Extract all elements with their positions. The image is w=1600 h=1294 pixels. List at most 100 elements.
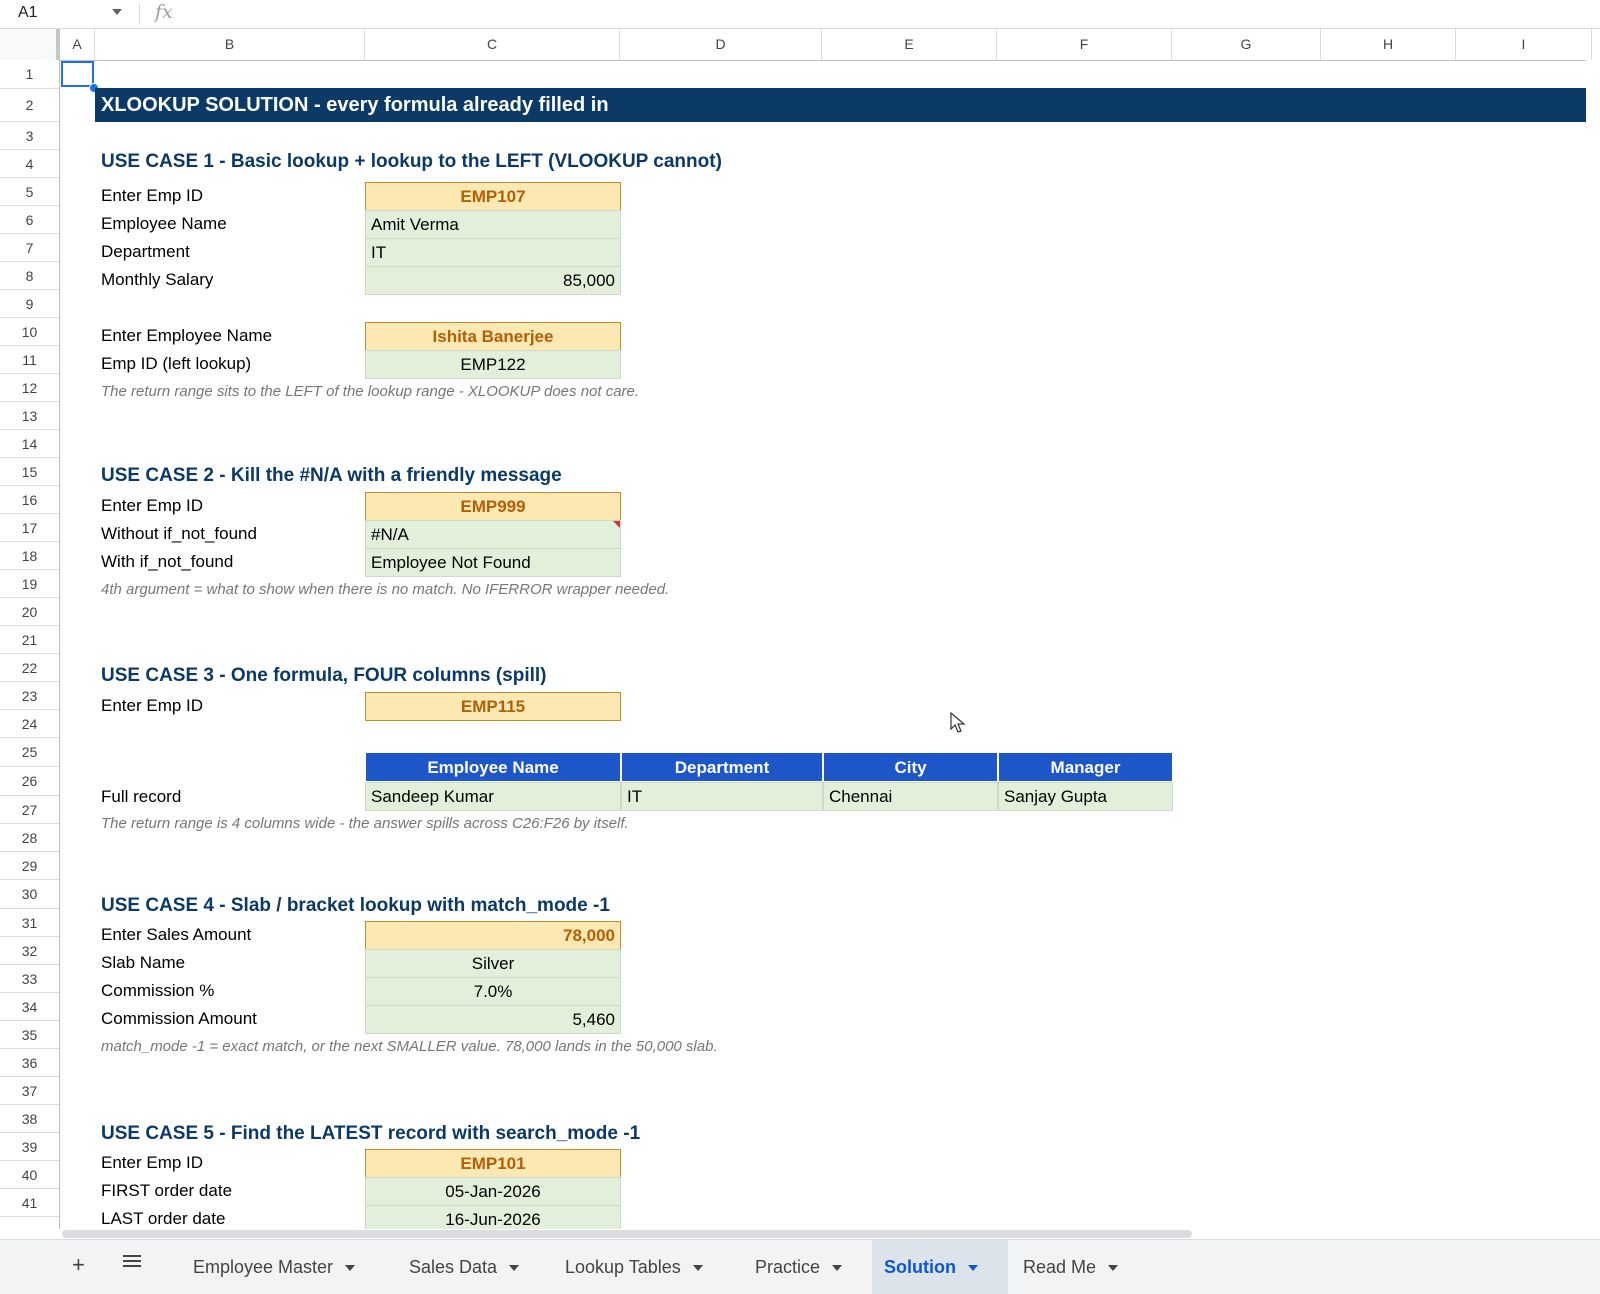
column-header-e[interactable]: E (822, 29, 997, 60)
row-header-40[interactable]: 40 (0, 1161, 59, 1189)
uc1-empid-input[interactable]: EMP107 (365, 182, 621, 211)
uc1-ename-input[interactable]: Ishita Banerjee (365, 322, 621, 351)
chevron-down-icon[interactable] (112, 9, 122, 15)
uc1-salary-label: Monthly Salary (101, 270, 214, 289)
row-header-34[interactable]: 34 (0, 993, 59, 1021)
row-header-26[interactable]: 26 (0, 767, 59, 796)
sheet-tab-lookup-tables[interactable]: Lookup Tables (553, 1240, 715, 1294)
row-header-28[interactable]: 28 (0, 824, 59, 852)
chevron-down-icon[interactable] (345, 1265, 356, 1272)
spreadsheet-grid[interactable]: XLOOKUP SOLUTION - every formula already… (60, 60, 1600, 1229)
row-header-23[interactable]: 23 (0, 682, 59, 710)
row-header-24[interactable]: 24 (0, 710, 59, 738)
row-header-15[interactable]: 15 (0, 458, 59, 486)
chevron-down-icon[interactable] (832, 1265, 843, 1272)
row-header-8[interactable]: 8 (0, 262, 59, 290)
row-header-19[interactable]: 19 (0, 570, 59, 598)
row-header-2[interactable]: 2 (0, 89, 59, 122)
uc3-header-city: City (823, 752, 998, 782)
row-header-27[interactable]: 27 (0, 796, 59, 824)
row-header-32[interactable]: 32 (0, 937, 59, 965)
uc1-left-value[interactable]: EMP122 (365, 350, 621, 379)
row-header-3[interactable]: 3 (0, 122, 59, 150)
add-sheet-icon[interactable]: + (72, 1252, 85, 1278)
row-header-7[interactable]: 7 (0, 234, 59, 262)
row-header-12[interactable]: 12 (0, 374, 59, 402)
uc4-slab-value[interactable]: Silver (365, 949, 621, 978)
uc5-first-value[interactable]: 05-Jan-2026 (365, 1177, 621, 1206)
horizontal-scrollbar[interactable] (60, 1229, 1600, 1239)
column-header-a[interactable]: A (60, 29, 95, 60)
row-header-25[interactable]: 25 (0, 738, 59, 767)
row-header-16[interactable]: 16 (0, 486, 59, 514)
sheet-tab-practice[interactable]: Practice (743, 1240, 854, 1294)
selected-cell-a1[interactable] (61, 61, 94, 87)
chevron-down-icon[interactable] (692, 1265, 703, 1272)
uc1-name-value[interactable]: Amit Verma (365, 210, 621, 239)
column-header-c[interactable]: C (365, 29, 620, 60)
uc2-with-value[interactable]: Employee Not Found (365, 548, 621, 577)
column-header-f[interactable]: F (997, 29, 1172, 60)
row-header-35[interactable]: 35 (0, 1021, 59, 1049)
uc1-dept-value[interactable]: IT (365, 238, 621, 267)
use-case-2-heading: USE CASE 2 - Kill the #N/A with a friend… (101, 465, 562, 486)
uc3-header-name: Employee Name (365, 752, 621, 782)
uc3-empid-input[interactable]: EMP115 (365, 692, 621, 721)
sheet-tab-read-me[interactable]: Read Me (1011, 1240, 1130, 1294)
column-header-i[interactable]: I (1456, 29, 1592, 60)
sheet-tab-solution[interactable]: Solution (872, 1240, 1008, 1294)
row-header-4[interactable]: 4 (0, 150, 59, 178)
column-header-g[interactable]: G (1172, 29, 1321, 60)
row-header-29[interactable]: 29 (0, 852, 59, 880)
chevron-down-icon[interactable] (509, 1265, 520, 1272)
uc4-sales-input[interactable]: 78,000 (365, 921, 621, 950)
row-header-14[interactable]: 14 (0, 430, 59, 458)
row-header-17[interactable]: 17 (0, 514, 59, 542)
vertical-scrollbar[interactable] (1586, 60, 1600, 1229)
row-header-9[interactable]: 9 (0, 290, 59, 318)
uc5-last-value[interactable]: 16-Jun-2026 (365, 1205, 621, 1229)
uc1-salary-value[interactable]: 85,000 (365, 266, 621, 295)
row-header-37[interactable]: 37 (0, 1077, 59, 1105)
row-header-39[interactable]: 39 (0, 1133, 59, 1161)
column-headers: A B C D E F G H I (0, 29, 1600, 61)
uc4-pct-value[interactable]: 7.0% (365, 977, 621, 1006)
row-header-41[interactable]: 41 (0, 1189, 59, 1217)
select-all-corner[interactable] (0, 29, 60, 60)
uc2-empid-input[interactable]: EMP999 (365, 492, 621, 521)
row-header-6[interactable]: 6 (0, 206, 59, 234)
row-header-13[interactable]: 13 (0, 402, 59, 430)
row-header-22[interactable]: 22 (0, 654, 59, 682)
uc3-record-manager[interactable]: Sanjay Gupta (998, 782, 1173, 811)
uc4-amt-value[interactable]: 5,460 (365, 1005, 621, 1034)
chevron-down-icon[interactable] (1108, 1265, 1119, 1272)
row-header-10[interactable]: 10 (0, 318, 59, 346)
sheet-tab-sales-data[interactable]: Sales Data (397, 1240, 531, 1294)
row-header-21[interactable]: 21 (0, 626, 59, 654)
uc3-record-name[interactable]: Sandeep Kumar (365, 782, 621, 811)
row-header-33[interactable]: 33 (0, 965, 59, 993)
uc3-record-city[interactable]: Chennai (823, 782, 998, 811)
all-sheets-menu-icon[interactable] (121, 1250, 143, 1278)
sheet-tab-employee-master[interactable]: Employee Master (181, 1240, 367, 1294)
name-box[interactable]: A1 (0, 0, 135, 28)
uc5-empid-input[interactable]: EMP101 (365, 1149, 621, 1178)
uc2-without-value[interactable]: #N/A (365, 520, 621, 549)
uc4-pct-label: Commission % (101, 981, 215, 1000)
row-header-18[interactable]: 18 (0, 542, 59, 570)
row-header-1[interactable]: 1 (0, 60, 59, 89)
row-header-20[interactable]: 20 (0, 598, 59, 626)
row-header-38[interactable]: 38 (0, 1105, 59, 1133)
row-header-5[interactable]: 5 (0, 178, 59, 206)
uc3-record-dept[interactable]: IT (621, 782, 823, 811)
row-header-30[interactable]: 30 (0, 880, 59, 909)
horizontal-scrollbar-thumb[interactable] (62, 1230, 1192, 1238)
row-header-31[interactable]: 31 (0, 909, 59, 937)
column-header-d[interactable]: D (620, 29, 822, 60)
row-header-11[interactable]: 11 (0, 346, 59, 374)
column-header-b[interactable]: B (95, 29, 365, 60)
chevron-down-icon[interactable] (967, 1265, 978, 1272)
row-header-36[interactable]: 36 (0, 1049, 59, 1077)
column-header-h[interactable]: H (1321, 29, 1456, 60)
uc2-with-label: With if_not_found (101, 552, 234, 571)
